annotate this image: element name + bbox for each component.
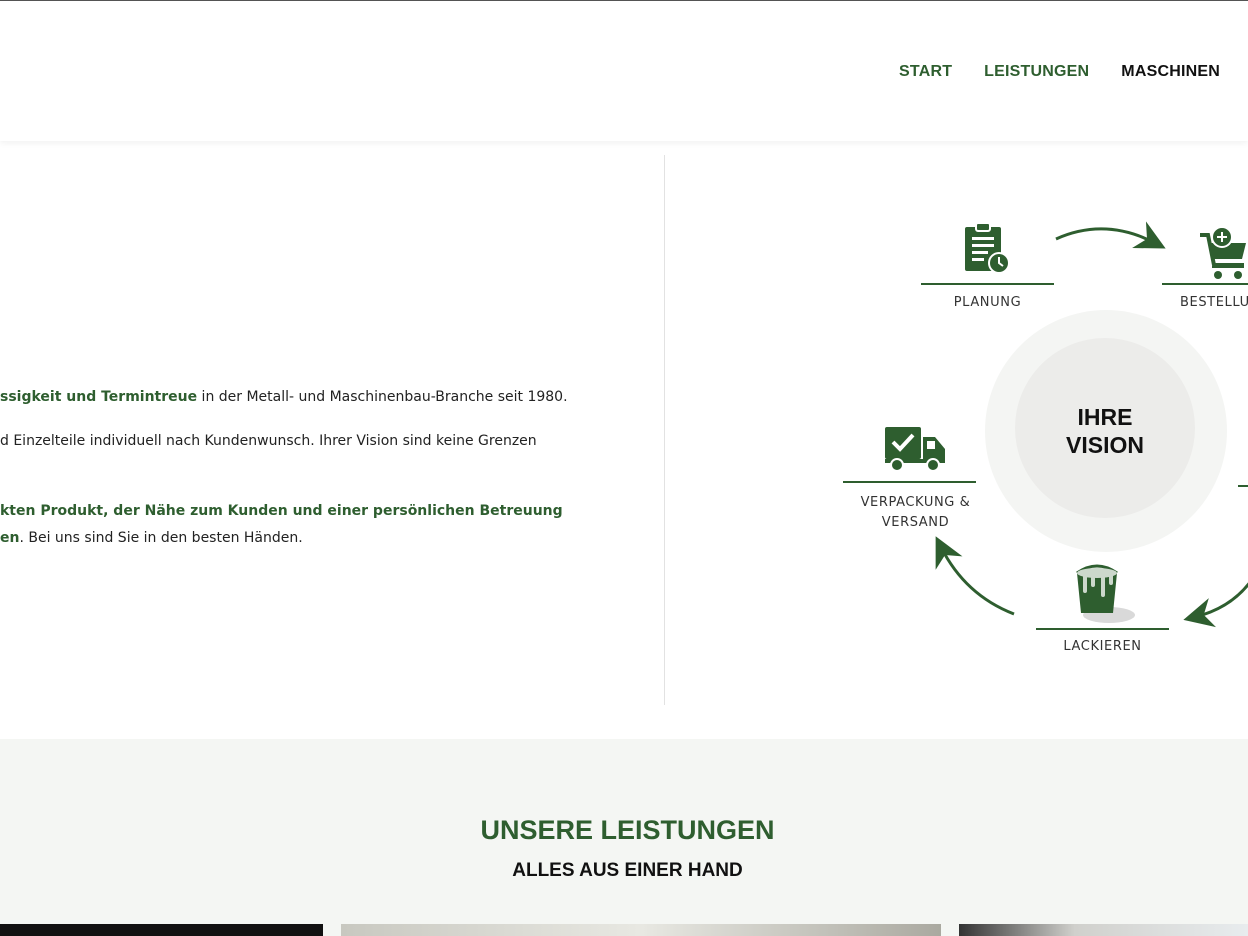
intro-line-2: d Einzelteile individuell nach Kundenwun… — [0, 433, 537, 449]
vision-title: IHRE VISION — [1015, 403, 1195, 459]
shopping-cart-icon — [1200, 226, 1246, 279]
main-nav: START LEISTUNGEN MASCHINEN — [899, 63, 1220, 81]
service-card-1[interactable] — [0, 924, 323, 936]
intro-text-1: in der Metall- und Maschinenbau-Branche … — [197, 389, 568, 405]
nav-leistungen[interactable]: LEISTUNGEN — [984, 63, 1089, 81]
right-step-underline — [1238, 485, 1248, 487]
vision-line-2: VISION — [1066, 432, 1144, 458]
step-verpackung-label: VERPACKUNG & VERSAND — [843, 493, 988, 533]
intro-highlight-1: ssigkeit und Termintreue — [0, 389, 198, 405]
arrow-lackieren-verpackung — [935, 536, 1015, 616]
services-section: UNSERE LEISTUNGEN ALLES AUS EINER HAND — [0, 739, 1248, 936]
nav-start[interactable]: START — [899, 63, 952, 81]
verpackung-underline — [843, 481, 976, 483]
arrow-right-lackieren — [1183, 582, 1248, 628]
intro-highlight-4: en — [0, 530, 20, 546]
arrow-planung-bestellung — [1055, 221, 1166, 249]
bestellung-underline — [1162, 283, 1248, 285]
step-lackieren-label: LACKIEREN — [1063, 639, 1142, 654]
paint-bucket-icon — [1076, 564, 1135, 623]
process-diagram: IHRE VISION PLANUNG BESTELLU VERPACKUNG … — [665, 155, 1248, 705]
planung-underline — [921, 283, 1054, 285]
services-title: UNSERE LEISTUNGEN — [480, 815, 775, 845]
step-planung-label: PLANUNG — [953, 295, 1022, 310]
clipboard-clock-icon — [965, 222, 1010, 274]
service-card-2[interactable] — [341, 924, 941, 936]
intro-highlight-3: kten Produkt, der Nähe zum Kunden und ei… — [0, 503, 563, 519]
verpackung-line-1: VERPACKUNG & — [860, 495, 971, 510]
intro-line-3: kten Produkt, der Nähe zum Kunden und ei… — [0, 503, 563, 519]
vision-line-1: IHRE — [1077, 404, 1133, 430]
service-card-3[interactable] — [959, 924, 1248, 936]
site-header: START LEISTUNGEN MASCHINEN — [0, 1, 1248, 141]
nav-maschinen[interactable]: MASCHINEN — [1121, 63, 1220, 81]
intro-line-1: ssigkeit und Termintreue in der Metall- … — [0, 389, 568, 405]
delivery-truck-icon — [885, 427, 945, 472]
services-subtitle: ALLES AUS EINER HAND — [512, 860, 743, 881]
intro-text-4: . Bei uns sind Sie in den besten Händen. — [19, 530, 303, 546]
step-bestellung-label: BESTELLU — [1180, 295, 1248, 310]
intro-line-4: en. Bei uns sind Sie in den besten Hände… — [0, 530, 303, 546]
lackieren-underline — [1036, 628, 1169, 630]
verpackung-line-2: VERSAND — [881, 515, 950, 530]
